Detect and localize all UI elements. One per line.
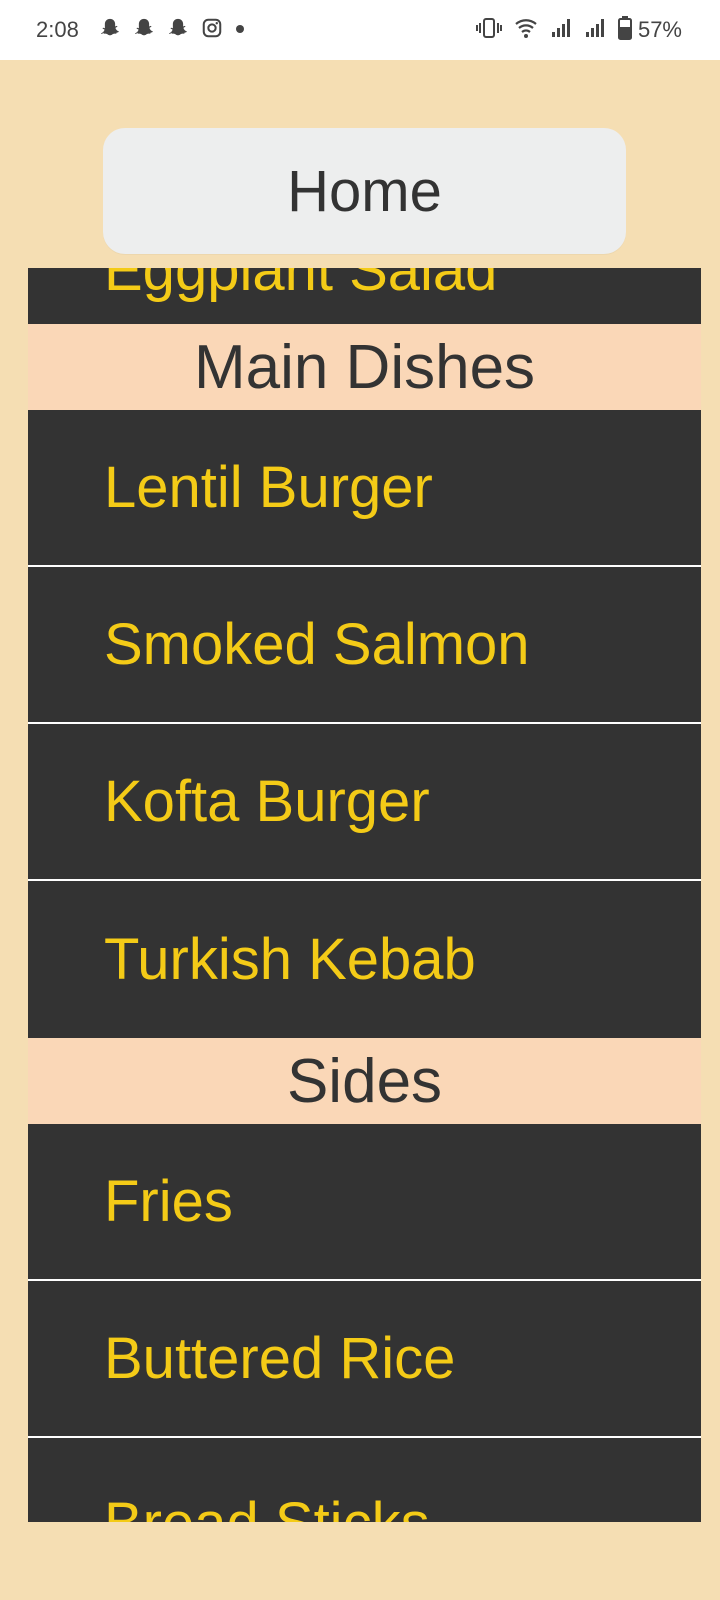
menu-item-eggplant-salad[interactable]: Eggplant Salad [28, 268, 701, 324]
signal-icon [550, 17, 572, 44]
menu-item-bread-sticks[interactable]: Bread Sticks [28, 1438, 701, 1522]
section-header-main-dishes: Main Dishes [28, 324, 701, 410]
menu-item-label: Lentil Burger [104, 455, 433, 520]
menu-item-fries[interactable]: Fries [28, 1124, 701, 1281]
snapchat-icon [99, 17, 121, 44]
menu-item-label: Kofta Burger [104, 769, 430, 834]
menu-screen: Home Eggplant Salad Main Dishes Lentil B… [0, 60, 720, 1600]
home-button[interactable]: Home [103, 128, 626, 254]
wifi-icon [514, 17, 538, 44]
section-header-sides: Sides [28, 1038, 701, 1124]
vibrate-icon [475, 17, 502, 44]
menu-item-buttered-rice[interactable]: Buttered Rice [28, 1281, 701, 1438]
signal-icon [584, 17, 606, 44]
menu-item-label: Buttered Rice [104, 1326, 456, 1391]
menu-item-label: Smoked Salmon [104, 612, 530, 677]
menu-item-label: Fries [104, 1169, 233, 1234]
status-time: 2:08 [36, 17, 79, 42]
battery-percent: 57% [637, 17, 682, 42]
battery-icon [617, 15, 632, 45]
menu-item-label: Bread Sticks [104, 1490, 430, 1522]
menu-item-kofta-burger[interactable]: Kofta Burger [28, 724, 701, 881]
menu-item-label: Eggplant Salad [104, 268, 498, 303]
dot-icon [235, 21, 245, 39]
status-bar: 2:08 57% [0, 0, 720, 60]
menu-item-turkish-kebab[interactable]: Turkish Kebab [28, 881, 701, 1038]
status-left: 2:08 [36, 17, 257, 44]
instagram-icon [201, 17, 223, 44]
status-right: 57% [475, 15, 682, 45]
menu-item-label: Turkish Kebab [104, 927, 476, 992]
menu-item-smoked-salmon[interactable]: Smoked Salmon [28, 567, 701, 724]
menu-list[interactable]: Eggplant Salad Main Dishes Lentil Burger… [28, 268, 701, 1586]
snapchat-icon [167, 17, 189, 44]
snapchat-icon [133, 17, 155, 44]
menu-item-lentil-burger[interactable]: Lentil Burger [28, 410, 701, 567]
